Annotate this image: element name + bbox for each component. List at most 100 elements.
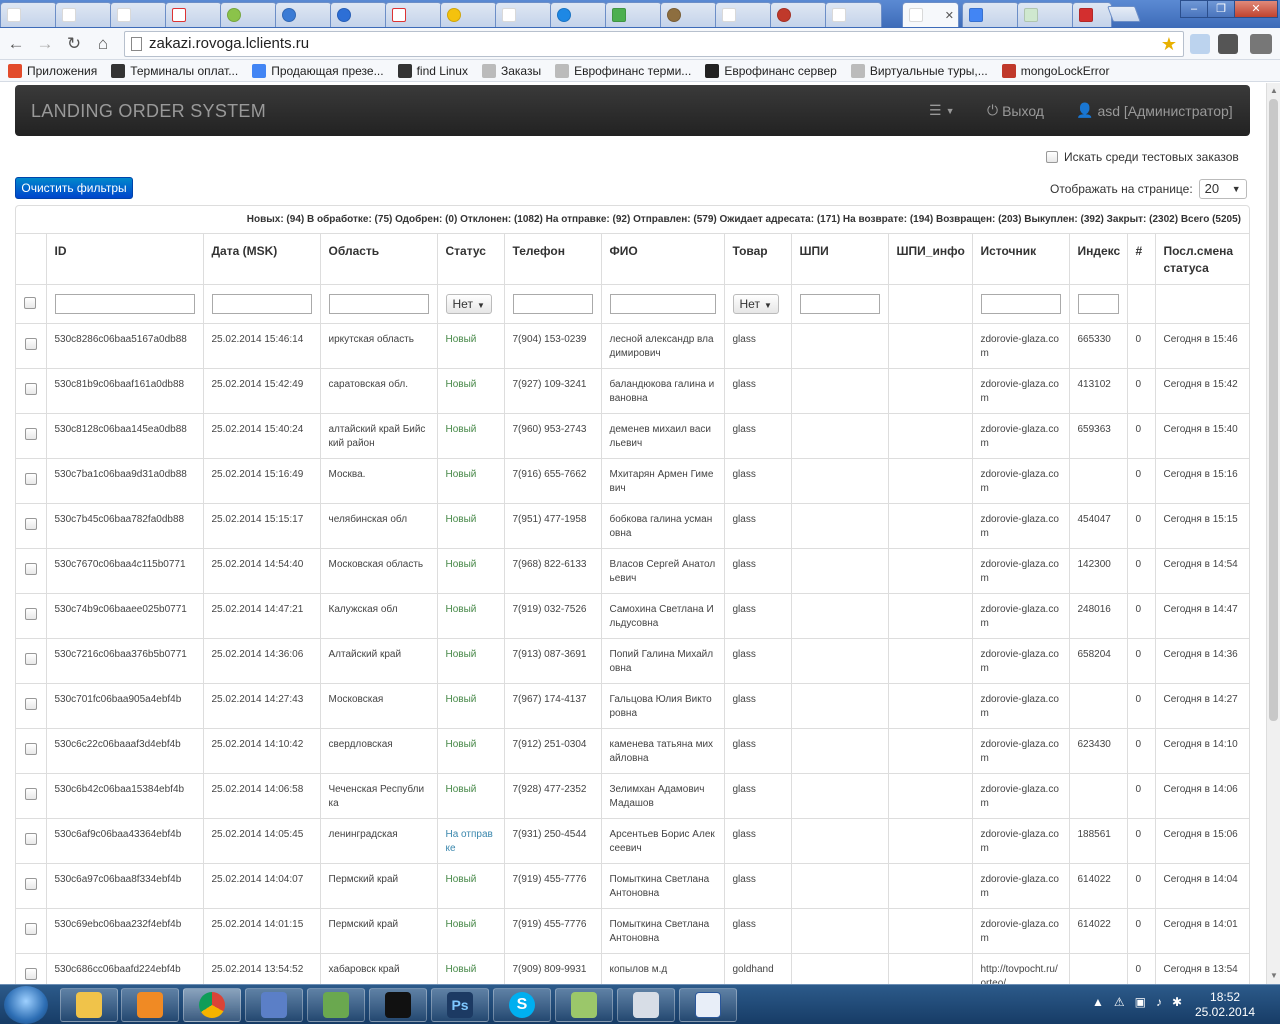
taskbar-app[interactable]: [245, 988, 303, 1022]
filter-input[interactable]: [1077, 293, 1119, 314]
browser-tab[interactable]: [385, 2, 442, 27]
table-cell[interactable]: 530c6b42c06baa15384ebf4b: [45, 773, 203, 819]
filter-input[interactable]: [211, 293, 312, 314]
filter-dropdown[interactable]: Нет ▼: [732, 293, 779, 314]
filter-dropdown[interactable]: Нет ▼: [445, 293, 492, 314]
browser-tab[interactable]: [1072, 2, 1112, 27]
page-scrollbar[interactable]: ▲ ▼: [1266, 83, 1280, 984]
taskbar-clock[interactable]: 18:52 25.02.2014: [1195, 990, 1255, 1020]
browser-tab[interactable]: [275, 2, 332, 27]
browser-tab[interactable]: [962, 2, 1019, 27]
tray-expand-icon[interactable]: ▲: [1092, 995, 1104, 1009]
row-checkbox[interactable]: [25, 877, 37, 890]
browser-tab[interactable]: [660, 2, 717, 27]
table-row[interactable]: 530c7ba1c06baa9d31a0db88 25.02.2014 15:16…: [16, 458, 1249, 504]
filter-input[interactable]: [799, 293, 880, 314]
extension-icon[interactable]: [1218, 34, 1238, 54]
minimize-icon[interactable]: ‒: [1180, 0, 1208, 18]
table-cell[interactable]: 530c686cc06baafd224ebf4b: [45, 953, 203, 984]
table-row[interactable]: 530c81b9c06baaf161a0db88 25.02.2014 15:42…: [16, 368, 1249, 414]
bookmark-item[interactable]: Еврофинанс сервер: [705, 63, 837, 78]
taskbar-explorer[interactable]: [60, 988, 118, 1022]
browser-tab-active[interactable]: ✕: [902, 2, 959, 27]
row-checkbox[interactable]: [25, 427, 37, 440]
table-cell[interactable]: 530c69ebc06baa232f4ebf4b: [45, 908, 203, 954]
browser-tab[interactable]: [440, 2, 497, 27]
forward-icon[interactable]: →: [33, 32, 57, 56]
close-tab-icon[interactable]: ✕: [945, 9, 954, 22]
browser-tab[interactable]: [220, 2, 277, 27]
bookmark-item[interactable]: mongoLockError: [1001, 63, 1109, 78]
table-row[interactable]: 530c7216c06baa376b5b0771 25.02.2014 14:36…: [16, 638, 1249, 684]
row-checkbox[interactable]: [25, 607, 37, 620]
column-header[interactable]: ФИО: [600, 234, 724, 285]
back-icon[interactable]: ←: [4, 32, 28, 56]
column-header[interactable]: Дата (MSK): [202, 234, 320, 285]
browser-tab[interactable]: [55, 2, 112, 27]
address-bar[interactable]: zakazi.rovoga.lclients.ru ★: [124, 31, 1184, 57]
browser-tab[interactable]: [165, 2, 222, 27]
search-test-checkbox[interactable]: [1046, 151, 1058, 163]
table-row[interactable]: 530c6c22c06baaaf3d4ebf4b 25.02.2014 14:10…: [16, 728, 1249, 774]
bookmark-item[interactable]: Виртуальные туры,...: [850, 63, 988, 78]
row-checkbox[interactable]: [25, 337, 37, 350]
browser-tab[interactable]: [110, 2, 167, 27]
home-icon[interactable]: ⌂: [91, 32, 115, 56]
table-row[interactable]: 530c6af9c06baa43364ebf4b 25.02.2014 14:05…: [16, 818, 1249, 864]
browser-tab[interactable]: [1017, 2, 1074, 27]
taskbar-chrome[interactable]: [183, 988, 241, 1022]
column-header[interactable]: Индекс: [1068, 234, 1127, 285]
table-cell[interactable]: 530c7ba1c06baa9d31a0db88: [45, 458, 203, 504]
table-cell[interactable]: 530c7216c06baa376b5b0771: [45, 638, 203, 684]
row-checkbox[interactable]: [25, 832, 37, 845]
scroll-down-icon[interactable]: ▼: [1270, 971, 1278, 980]
row-checkbox[interactable]: [25, 967, 37, 980]
browser-tab[interactable]: [0, 2, 57, 27]
column-header[interactable]: Телефон: [503, 234, 601, 285]
table-row[interactable]: 530c686cc06baafd224ebf4b 25.02.2014 13:54…: [16, 953, 1249, 984]
taskbar-media[interactable]: [121, 988, 179, 1022]
app-brand[interactable]: LANDING ORDER SYSTEM: [31, 101, 266, 122]
browser-tab[interactable]: [825, 2, 882, 27]
column-header[interactable]: Область: [319, 234, 437, 285]
table-row[interactable]: 530c701fc06baa905a4ebf4b 25.02.2014 14:27…: [16, 683, 1249, 729]
taskbar-terminal[interactable]: [369, 988, 427, 1022]
browser-tab[interactable]: [770, 2, 827, 27]
filter-input[interactable]: [609, 293, 716, 314]
restore-icon[interactable]: ❐: [1207, 0, 1235, 18]
scrollbar-thumb[interactable]: [1269, 99, 1278, 721]
row-checkbox[interactable]: [25, 562, 37, 575]
menu-dropdown[interactable]: ☰ ▼: [929, 102, 954, 119]
column-header[interactable]: ШПИ: [790, 234, 888, 285]
filter-input[interactable]: [54, 293, 195, 314]
row-checkbox[interactable]: [25, 787, 37, 800]
row-checkbox[interactable]: [25, 652, 37, 665]
table-cell[interactable]: 530c7670c06baa4c115b0771: [45, 548, 203, 594]
select-all-checkbox[interactable]: [24, 296, 36, 309]
browser-tab[interactable]: [715, 2, 772, 27]
table-row[interactable]: 530c8286c06baa5167a0db88 25.02.2014 15:46…: [16, 323, 1249, 369]
table-row[interactable]: 530c69ebc06baa232f4ebf4b 25.02.2014 14:01…: [16, 908, 1249, 954]
star-icon[interactable]: ★: [1161, 32, 1177, 56]
table-row[interactable]: 530c7b45c06baa782fa0db88 25.02.2014 15:15…: [16, 503, 1249, 549]
column-header[interactable]: Статус: [436, 234, 504, 285]
filter-input[interactable]: [512, 293, 593, 314]
column-header[interactable]: ШПИ_инфо: [887, 234, 972, 285]
column-header[interactable]: Источник: [971, 234, 1069, 285]
column-header[interactable]: ID: [45, 234, 203, 285]
taskbar-word[interactable]: [679, 988, 737, 1022]
table-row[interactable]: 530c6b42c06baa15384ebf4b 25.02.2014 14:06…: [16, 773, 1249, 819]
browser-tab[interactable]: [550, 2, 607, 27]
volume-icon[interactable]: ♪: [1156, 995, 1162, 1009]
bookmark-item[interactable]: Заказы: [481, 63, 541, 78]
clear-filters-button[interactable]: Очистить фильтры: [15, 177, 133, 199]
table-cell[interactable]: 530c701fc06baa905a4ebf4b: [45, 683, 203, 729]
filter-input[interactable]: [328, 293, 429, 314]
row-checkbox[interactable]: [25, 922, 37, 935]
table-cell[interactable]: 530c6af9c06baa43364ebf4b: [45, 818, 203, 864]
row-checkbox[interactable]: [25, 382, 37, 395]
taskbar-photoshop[interactable]: Ps: [431, 988, 489, 1022]
menu-icon[interactable]: [1250, 34, 1272, 54]
sync-icon[interactable]: ✱: [1172, 995, 1182, 1009]
taskbar-skype[interactable]: S: [493, 988, 551, 1022]
